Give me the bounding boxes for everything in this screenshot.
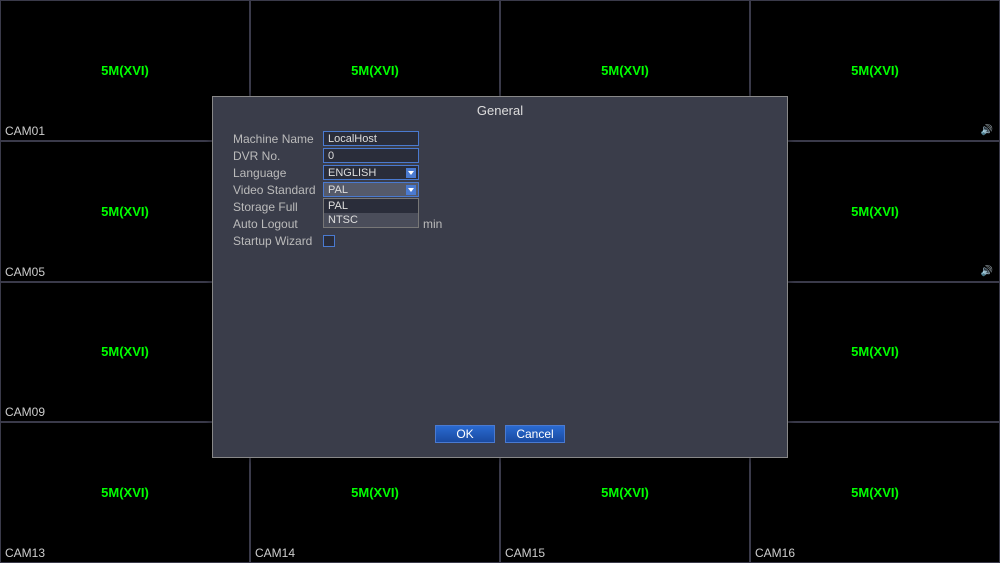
camera-name: CAM14 <box>255 546 295 560</box>
audio-icon: 🔊 <box>981 266 993 277</box>
camera-name: CAM15 <box>505 546 545 560</box>
cancel-button[interactable]: Cancel <box>505 425 565 443</box>
resolution-label: 5M(XVI) <box>601 63 649 78</box>
storage-full-label: Storage Full <box>233 200 323 214</box>
language-label: Language <box>233 166 323 180</box>
resolution-label: 5M(XVI) <box>851 344 899 359</box>
video-standard-label: Video Standard <box>233 183 323 197</box>
chevron-down-icon <box>406 185 416 195</box>
camera-name: CAM05 <box>5 265 45 279</box>
resolution-label: 5M(XVI) <box>101 344 149 359</box>
chevron-down-icon <box>406 168 416 178</box>
language-select[interactable]: ENGLISH <box>323 165 419 180</box>
camera-name: CAM16 <box>755 546 795 560</box>
audio-icon: 🔊 <box>981 125 993 136</box>
dvr-no-input[interactable] <box>323 148 419 163</box>
machine-name-input[interactable] <box>323 131 419 146</box>
ok-button[interactable]: OK <box>435 425 495 443</box>
language-value: ENGLISH <box>328 167 376 179</box>
machine-name-label: Machine Name <box>233 132 323 146</box>
dropdown-option-ntsc[interactable]: NTSC <box>324 213 418 227</box>
auto-logout-label: Auto Logout <box>233 217 323 231</box>
camera-name: CAM01 <box>5 124 45 138</box>
auto-logout-unit: min <box>423 217 442 231</box>
resolution-label: 5M(XVI) <box>101 63 149 78</box>
resolution-label: 5M(XVI) <box>851 63 899 78</box>
general-settings-dialog: General Machine Name DVR No. Language EN… <box>212 96 788 458</box>
video-standard-dropdown: PAL NTSC <box>323 198 419 228</box>
dialog-buttons: OK Cancel <box>213 415 787 457</box>
video-standard-value: PAL <box>328 184 348 196</box>
resolution-label: 5M(XVI) <box>351 63 399 78</box>
startup-wizard-checkbox[interactable] <box>323 235 335 247</box>
dropdown-option-pal[interactable]: PAL <box>324 199 418 213</box>
resolution-label: 5M(XVI) <box>601 485 649 500</box>
dvr-no-label: DVR No. <box>233 149 323 163</box>
camera-name: CAM13 <box>5 546 45 560</box>
dialog-body: Machine Name DVR No. Language ENGLISH Vi… <box>213 124 787 415</box>
resolution-label: 5M(XVI) <box>851 204 899 219</box>
video-standard-select[interactable]: PAL <box>323 182 419 197</box>
camera-name: CAM09 <box>5 405 45 419</box>
startup-wizard-label: Startup Wizard <box>233 234 323 248</box>
resolution-label: 5M(XVI) <box>101 485 149 500</box>
resolution-label: 5M(XVI) <box>351 485 399 500</box>
dialog-title: General <box>213 97 787 124</box>
resolution-label: 5M(XVI) <box>851 485 899 500</box>
resolution-label: 5M(XVI) <box>101 204 149 219</box>
